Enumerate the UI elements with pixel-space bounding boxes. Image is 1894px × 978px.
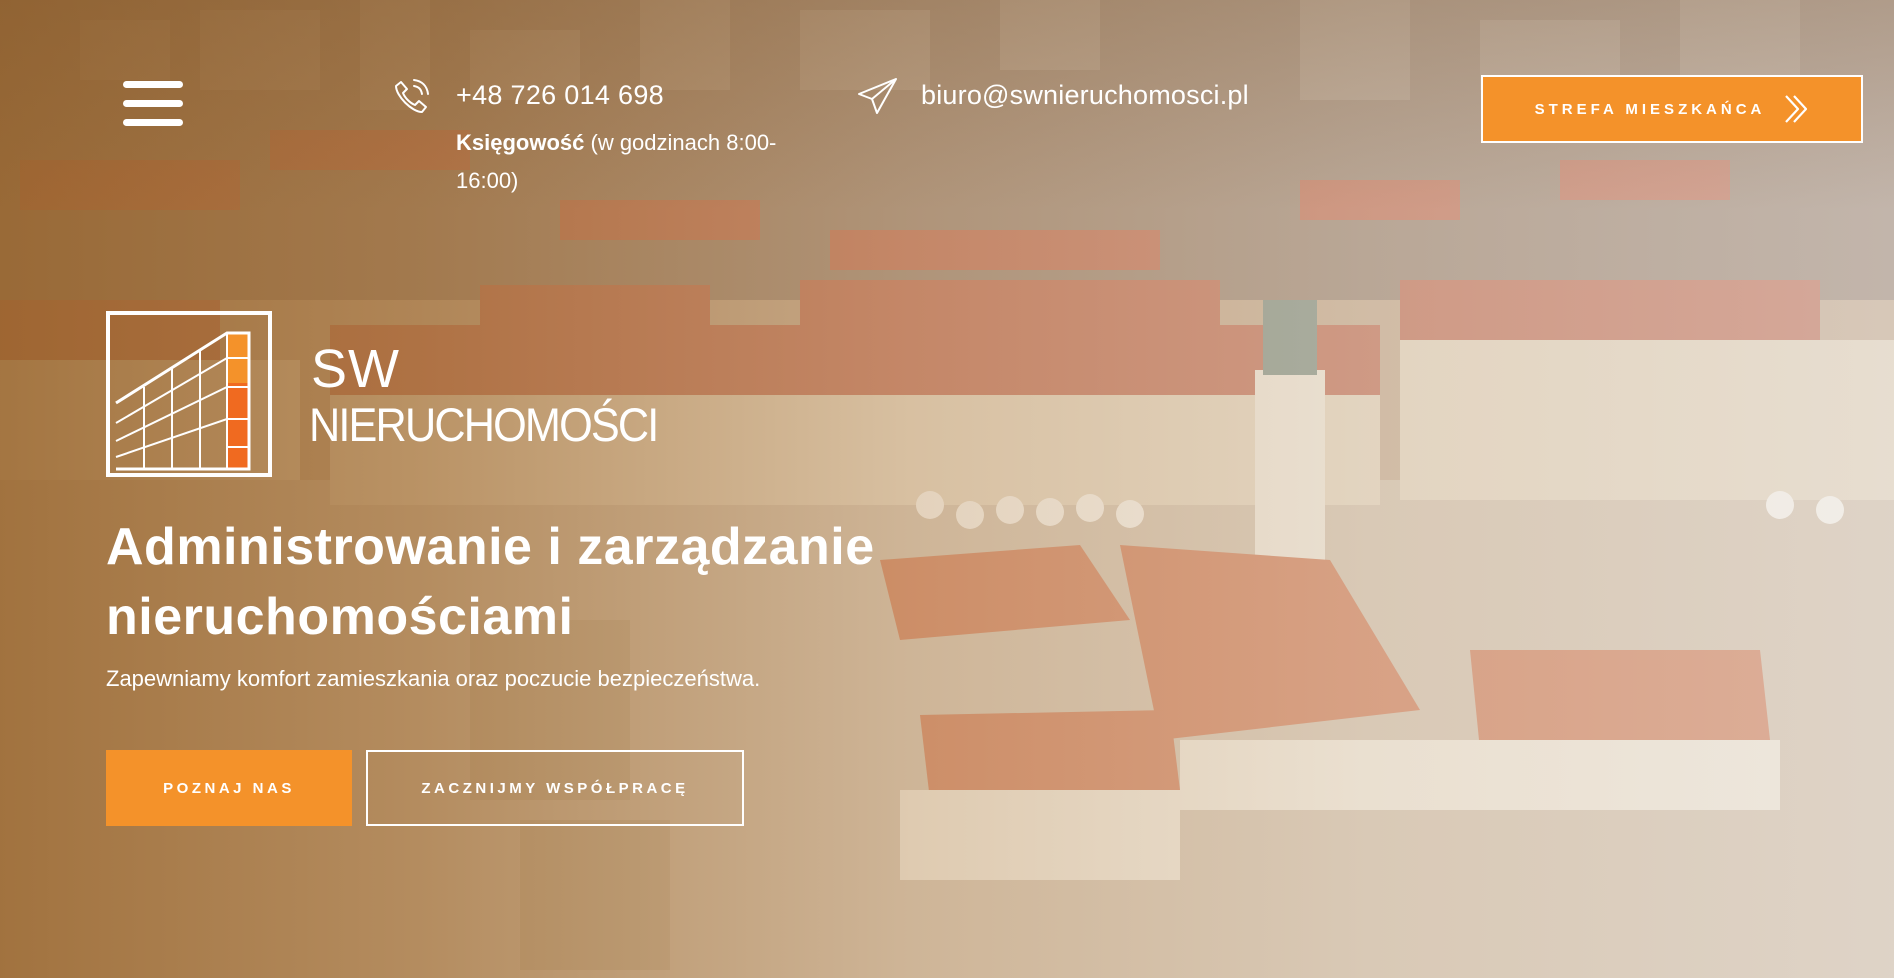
hero-headline: Administrowanie i zarządzanie nieruchomo… bbox=[106, 518, 875, 646]
accounting-hours-note: Księgowość (w godzinach 8:00-16:00) bbox=[456, 124, 786, 200]
about-us-button[interactable]: POZNAJ NAS bbox=[106, 750, 352, 826]
company-logo[interactable]: SW NIERUCHOMOŚCI bbox=[106, 311, 736, 481]
cooperation-button[interactable]: ZACZNIJMY WSPÓŁPRACĘ bbox=[366, 750, 744, 826]
menu-bar-bottom bbox=[123, 119, 183, 126]
about-us-label: POZNAJ NAS bbox=[163, 779, 295, 797]
resident-zone-label: STREFA MIESZKAŃCA bbox=[1534, 100, 1766, 118]
hamburger-menu-icon[interactable] bbox=[123, 81, 183, 127]
phone-icon bbox=[395, 79, 429, 113]
double-chevron-right-icon bbox=[1785, 95, 1808, 123]
accounting-label: Księgowość bbox=[456, 130, 585, 155]
menu-bar-top bbox=[123, 81, 183, 88]
hero-subline: Zapewniamy komfort zamieszkania oraz poc… bbox=[106, 666, 761, 691]
hero-section: +48 726 014 698 Księgowość (w godzinach … bbox=[0, 0, 1894, 978]
building-logo-icon bbox=[106, 311, 272, 477]
email-link[interactable]: biuro@swnieruchomosci.pl bbox=[921, 80, 1249, 111]
resident-zone-button[interactable]: STREFA MIESZKAŃCA bbox=[1481, 75, 1863, 143]
paper-plane-icon bbox=[858, 78, 897, 114]
logo-company-name: NIERUCHOMOŚCI bbox=[309, 398, 659, 451]
cooperation-label: ZACZNIJMY WSPÓŁPRACĘ bbox=[421, 779, 689, 797]
logo-initials: SW bbox=[311, 339, 400, 399]
phone-number-link[interactable]: +48 726 014 698 bbox=[456, 80, 664, 111]
menu-bar-middle bbox=[123, 100, 183, 107]
